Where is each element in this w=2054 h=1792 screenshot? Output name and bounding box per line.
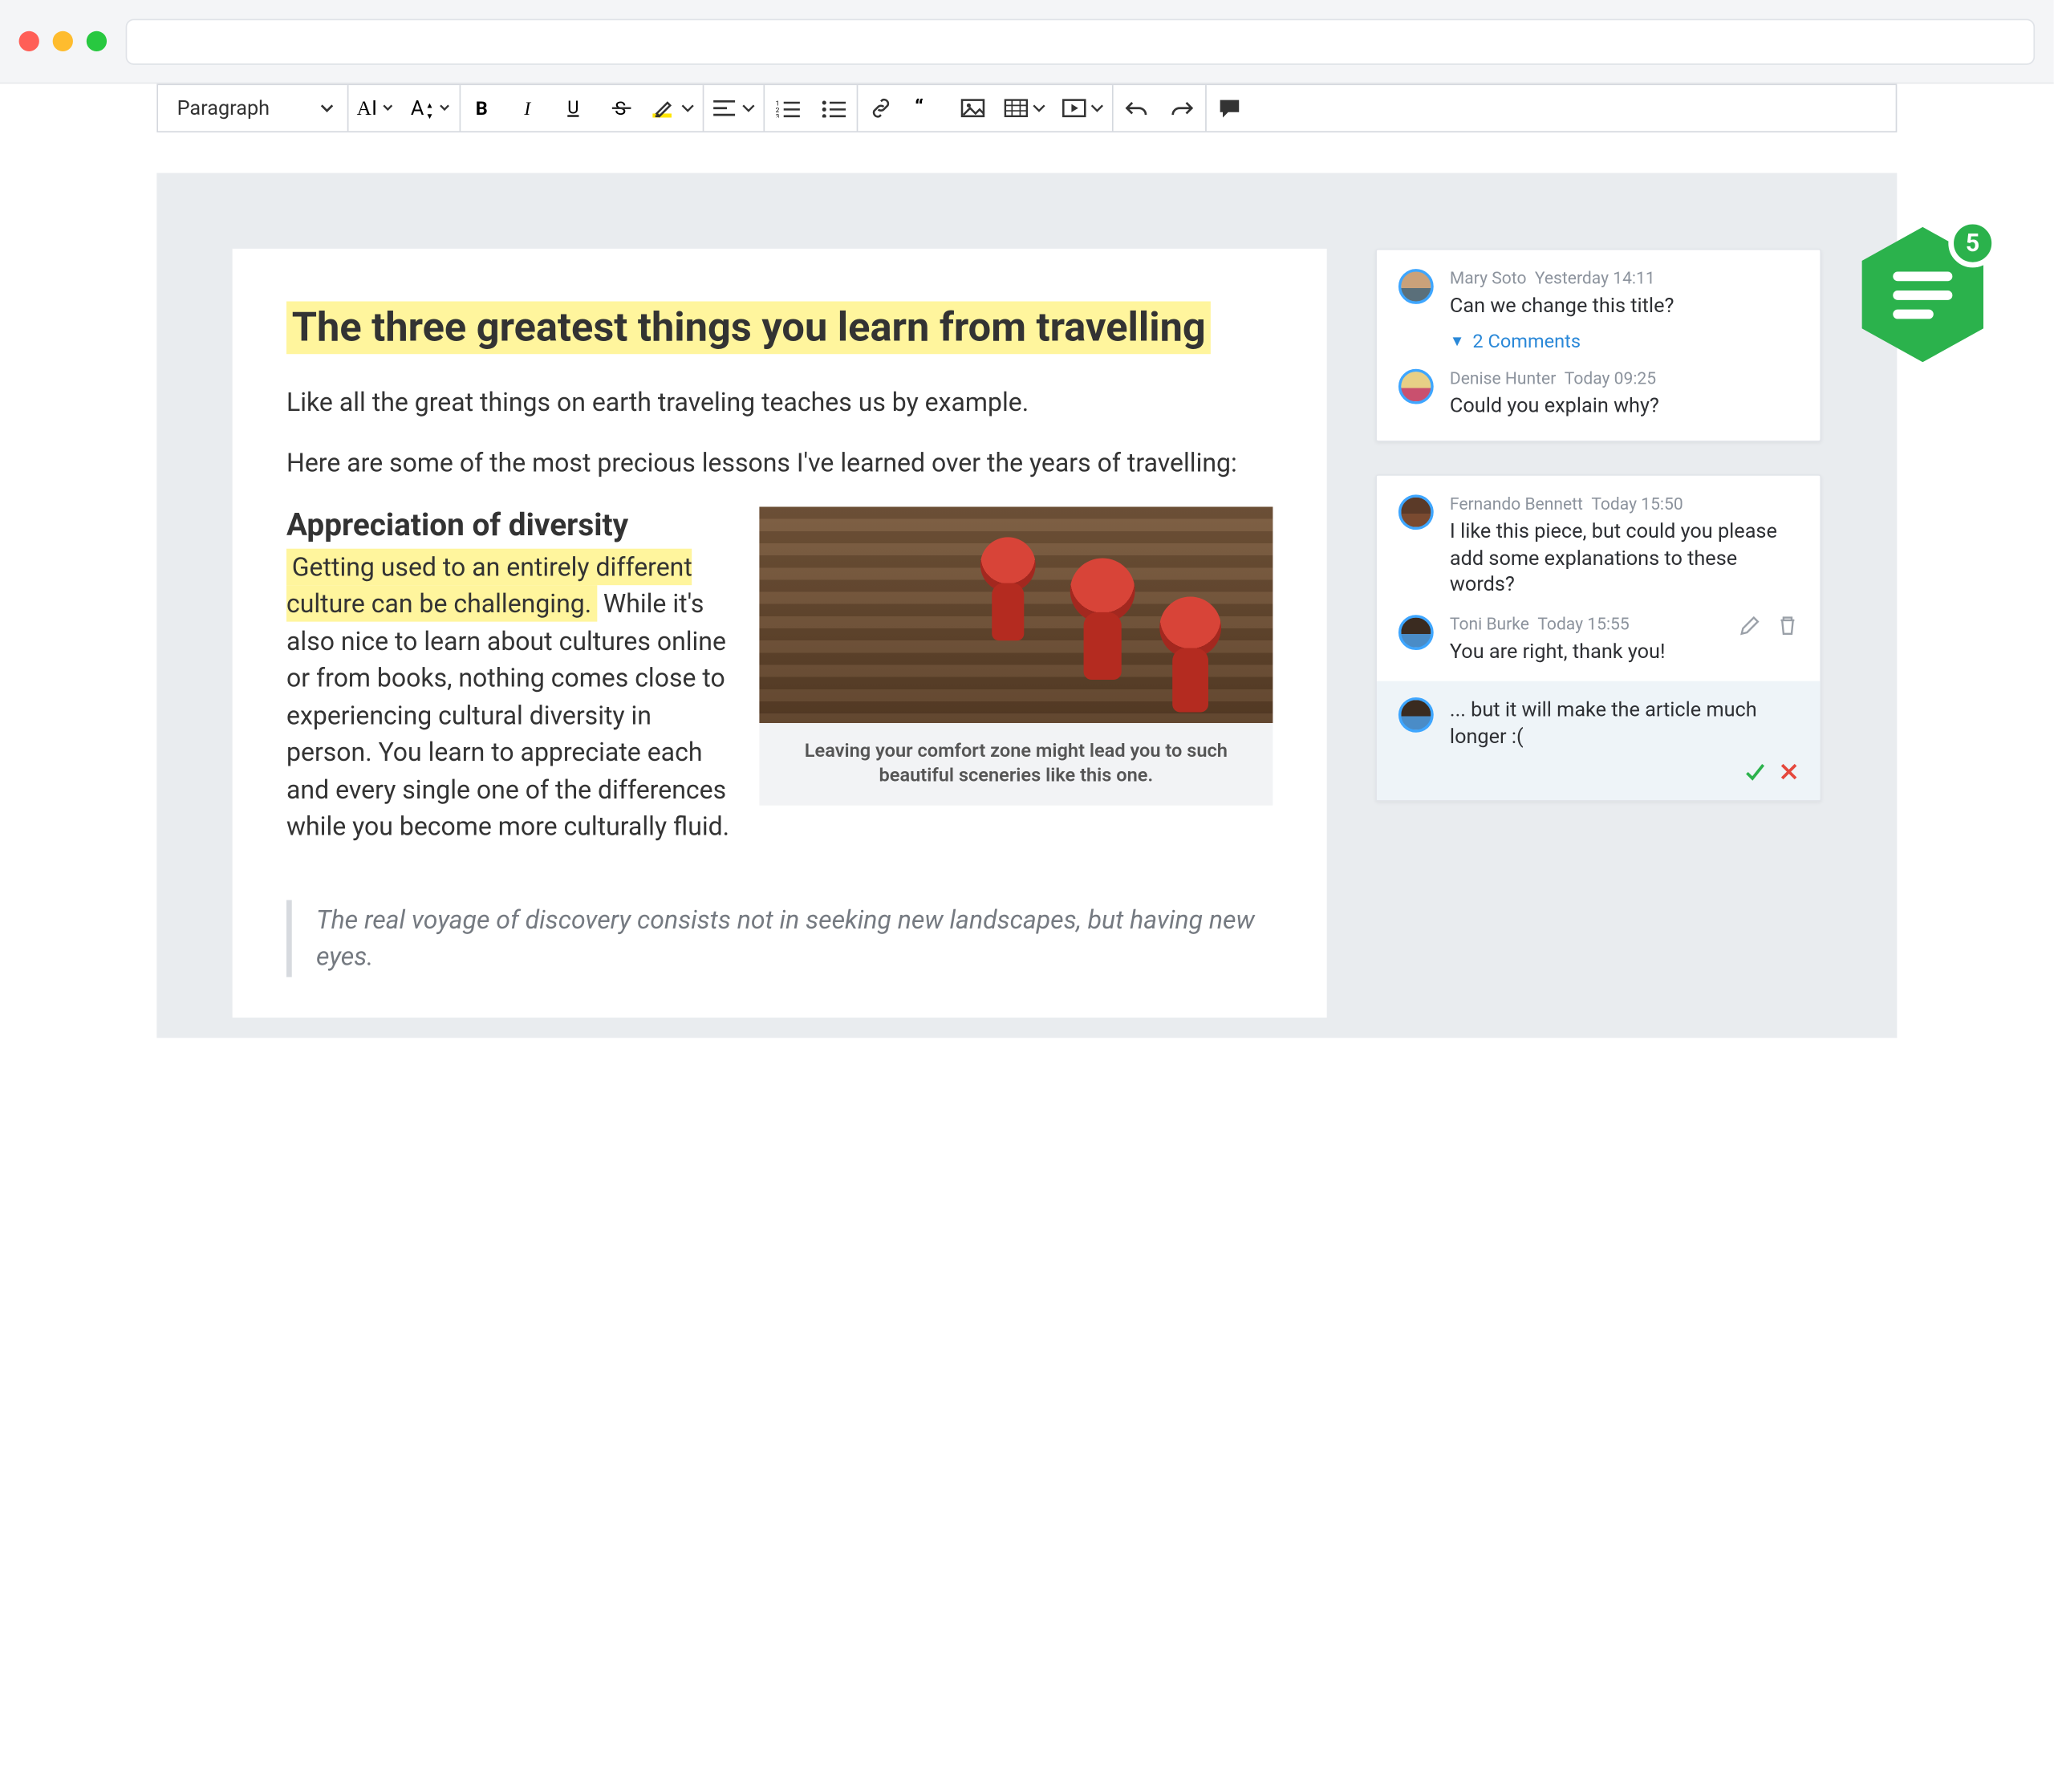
browser-window: Paragraph AI A▲▼ B I U S — [0, 0, 2054, 1054]
delete-comment-button[interactable] — [1776, 614, 1798, 641]
bold-button[interactable]: B — [461, 85, 506, 131]
comment-text: I like this piece, but could you please … — [1450, 519, 1798, 599]
comment-meta: Denise Hunter Today 09:25 — [1450, 368, 1798, 388]
browser-chrome — [0, 0, 2054, 83]
chevron-down-icon — [1033, 101, 1046, 115]
avatar — [1398, 494, 1434, 530]
numbered-list-button[interactable]: 123 — [765, 85, 810, 131]
blockquote[interactable]: The real voyage of discovery consists no… — [286, 900, 1273, 977]
undo-button[interactable] — [1114, 85, 1159, 131]
svg-text:3: 3 — [776, 113, 780, 117]
monk-icon — [1159, 596, 1221, 722]
document-title[interactable]: The three greatest things you learn from… — [286, 302, 1212, 355]
avatar — [1398, 368, 1434, 404]
comment-button[interactable] — [1207, 85, 1252, 131]
comment[interactable]: Denise Hunter Today 09:25 Could you expl… — [1398, 368, 1798, 419]
comments-sidebar: Mary Soto Yesterday 14:11 Can we change … — [1375, 249, 1821, 802]
article-image[interactable] — [759, 506, 1273, 722]
strikethrough-button[interactable]: S — [599, 85, 644, 131]
font-family-button[interactable]: AI — [348, 85, 402, 131]
editor-toolbar: Paragraph AI A▲▼ B I U S — [156, 83, 1897, 132]
link-button[interactable] — [858, 85, 903, 131]
notifications-badge[interactable]: 5 — [1862, 227, 1984, 362]
svg-text:“: “ — [915, 99, 923, 118]
comment[interactable]: Fernando Bennett Today 15:50 I like this… — [1398, 494, 1798, 598]
editor-app: Paragraph AI A▲▼ B I U S — [0, 83, 2054, 1038]
editor-canvas: The three greatest things you learn from… — [156, 173, 1897, 1038]
svg-text:▲: ▲ — [425, 102, 433, 111]
svg-text:B: B — [476, 97, 488, 119]
avatar — [1398, 269, 1434, 304]
cancel-comment-button[interactable] — [1780, 761, 1799, 786]
monk-icon — [980, 537, 1036, 652]
comment[interactable]: Mary Soto Yesterday 14:11 Can we change … — [1398, 269, 1798, 352]
font-size-button[interactable]: A▲▼ — [403, 85, 460, 131]
maximize-window-icon[interactable] — [87, 31, 107, 51]
traffic-lights — [19, 31, 107, 51]
chevron-down-icon — [681, 101, 695, 115]
comment-thread[interactable]: Mary Soto Yesterday 14:11 Can we change … — [1375, 249, 1821, 442]
svg-text:▼: ▼ — [425, 112, 433, 120]
comment-meta: Fernando Bennett Today 15:50 — [1450, 494, 1798, 514]
highlight-color-button[interactable] — [644, 85, 702, 131]
alignment-button[interactable] — [704, 85, 763, 131]
svg-text:I: I — [523, 99, 531, 119]
paragraph[interactable]: Here are some of the most precious lesso… — [286, 445, 1273, 482]
bulleted-list-button[interactable] — [810, 85, 856, 131]
minimize-window-icon[interactable] — [53, 31, 73, 51]
document[interactable]: The three greatest things you learn from… — [233, 249, 1327, 1018]
notification-count: 5 — [1948, 219, 1997, 268]
comment[interactable]: Toni Burke Today 15:55 You are right, th… — [1398, 614, 1798, 664]
paragraph[interactable]: Getting used to an entirely different cu… — [286, 548, 729, 846]
image-button[interactable] — [950, 85, 996, 131]
paragraph[interactable]: Like all the great things on earth trave… — [286, 383, 1273, 420]
comment-thread[interactable]: Fernando Bennett Today 15:50 I like this… — [1375, 474, 1821, 802]
edit-comment-button[interactable] — [1739, 614, 1760, 641]
svg-text:I: I — [371, 97, 377, 120]
underline-button[interactable]: U — [553, 85, 599, 131]
svg-text:A: A — [357, 97, 372, 120]
block-style-label: Paragraph — [177, 96, 270, 120]
avatar — [1398, 614, 1434, 649]
italic-button[interactable]: I — [507, 85, 553, 131]
svg-text:A: A — [411, 97, 424, 120]
chevron-down-icon — [742, 101, 756, 115]
avatar — [1398, 697, 1434, 733]
comment-meta: Mary Soto Yesterday 14:11 — [1450, 269, 1798, 289]
monk-icon — [1070, 558, 1135, 693]
blockquote-button[interactable]: “ — [904, 85, 950, 131]
comment-text: Can we change this title? — [1450, 293, 1798, 319]
toggle-replies-button[interactable]: ▼2 Comments — [1450, 331, 1798, 352]
chevron-down-icon — [1090, 101, 1104, 115]
redo-button[interactable] — [1159, 85, 1205, 131]
submit-comment-button[interactable] — [1744, 761, 1766, 786]
media-embed-button[interactable] — [1054, 85, 1112, 131]
figure-caption[interactable]: Leaving your comfort zone might lead you… — [759, 722, 1273, 806]
comment-input[interactable]: ... but it will make the article much lo… — [1450, 697, 1798, 750]
section-heading[interactable]: Appreciation of diversity — [286, 506, 729, 542]
comment-text: Could you explain why? — [1450, 392, 1798, 419]
figure[interactable]: Leaving your comfort zone might lead you… — [759, 506, 1273, 806]
comment-composer: ... but it will make the article much lo… — [1377, 681, 1820, 800]
chevron-down-icon — [320, 101, 334, 115]
table-button[interactable] — [996, 85, 1053, 131]
block-style-select[interactable]: Paragraph — [158, 85, 347, 131]
comment-text: You are right, thank you! — [1450, 639, 1798, 665]
triangle-down-icon: ▼ — [1450, 332, 1464, 350]
address-bar[interactable] — [126, 18, 2035, 64]
close-window-icon[interactable] — [19, 31, 39, 51]
svg-text:U: U — [567, 98, 578, 118]
